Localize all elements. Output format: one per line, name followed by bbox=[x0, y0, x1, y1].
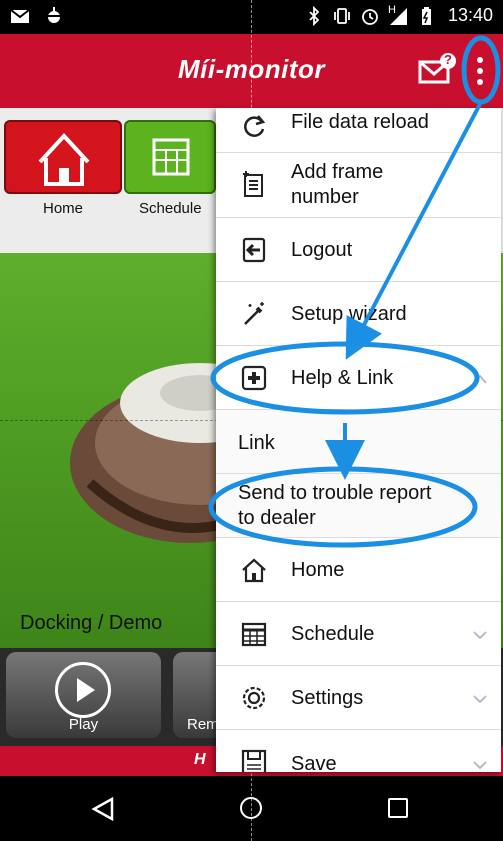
chevron-up-icon bbox=[473, 374, 487, 384]
settings-icon bbox=[242, 686, 266, 710]
menu-item-logout[interactable]: Logout bbox=[216, 218, 501, 282]
chevron-down-icon bbox=[473, 631, 487, 640]
menu-item-label: Schedule bbox=[291, 623, 375, 645]
menu-item-label: Logout bbox=[291, 239, 353, 261]
home-icon bbox=[242, 558, 266, 583]
chevron-down-icon bbox=[473, 695, 487, 704]
schedule-icon bbox=[152, 138, 190, 176]
menu-item-label: Link bbox=[238, 432, 275, 454]
menu-item-label: File data reload bbox=[291, 111, 429, 133]
brand-logo: H bbox=[194, 751, 206, 768]
bluetooth-icon bbox=[309, 5, 320, 26]
chevron-down-icon bbox=[473, 761, 487, 770]
add-document-icon bbox=[243, 171, 263, 197]
menu-item-label: Save bbox=[291, 753, 337, 772]
help-plus-icon bbox=[241, 365, 267, 391]
menu-item-home[interactable]: Home bbox=[216, 538, 501, 602]
remote-label: Rem bbox=[187, 716, 219, 733]
recents-icon[interactable] bbox=[388, 798, 408, 818]
signal-icon: H bbox=[387, 3, 408, 26]
menu-item-setup-wizard[interactable]: Setup wizard bbox=[216, 282, 501, 346]
menu-item-file-data-reload[interactable]: File data reload bbox=[216, 108, 501, 153]
mail-badge: ? bbox=[444, 52, 452, 67]
overflow-drawer-menu: File data reload Add frame number Logout… bbox=[216, 108, 501, 772]
submenu-item-send-trouble-report[interactable]: Send to trouble report to dealer bbox=[216, 474, 501, 538]
overflow-menu-button[interactable] bbox=[468, 54, 492, 90]
menu-item-add-frame-number[interactable]: Add frame number bbox=[216, 153, 501, 218]
logout-icon bbox=[242, 237, 266, 263]
home-icon bbox=[38, 133, 90, 186]
mower-status-text: Docking / Demo bbox=[20, 612, 163, 634]
mail-notification-icon bbox=[10, 9, 30, 23]
reload-icon bbox=[244, 115, 266, 137]
alarm-icon bbox=[362, 8, 378, 25]
clock: 13:40 bbox=[447, 5, 493, 25]
play-button[interactable]: Play bbox=[6, 652, 161, 738]
menu-item-schedule[interactable]: Schedule bbox=[216, 602, 501, 666]
menu-item-label: Settings bbox=[291, 687, 364, 709]
schedule-tile[interactable] bbox=[124, 120, 216, 194]
save-icon bbox=[241, 749, 267, 772]
menu-item-label: Send to trouble report to dealer bbox=[238, 482, 432, 529]
vibrate-icon bbox=[334, 7, 350, 24]
battery-icon bbox=[421, 6, 431, 25]
schedule-icon bbox=[241, 622, 267, 647]
signal-type-label: H bbox=[387, 3, 396, 16]
mail-button[interactable]: ? bbox=[418, 52, 458, 88]
magic-wand-icon bbox=[244, 302, 264, 325]
menu-item-help-and-link[interactable]: Help & Link bbox=[216, 346, 501, 410]
submenu-item-link[interactable]: Link bbox=[216, 410, 501, 474]
back-icon[interactable] bbox=[90, 796, 116, 822]
home-tile[interactable] bbox=[4, 120, 122, 194]
menu-item-label: Help & Link bbox=[291, 367, 394, 389]
home-tile-label: Home bbox=[43, 200, 84, 217]
menu-item-label: Home bbox=[291, 559, 345, 581]
play-icon bbox=[55, 662, 111, 718]
menu-item-save[interactable]: Save bbox=[216, 730, 501, 772]
schedule-tile-label: Schedule bbox=[139, 200, 202, 217]
menu-item-label: Add frame number bbox=[291, 161, 384, 208]
mail-icon bbox=[418, 53, 456, 84]
menu-item-label: Setup wizard bbox=[291, 303, 407, 325]
play-label: Play bbox=[68, 716, 99, 733]
android-debug-icon bbox=[47, 7, 61, 23]
menu-item-settings[interactable]: Settings bbox=[216, 666, 501, 730]
more-vert-icon bbox=[477, 57, 483, 63]
